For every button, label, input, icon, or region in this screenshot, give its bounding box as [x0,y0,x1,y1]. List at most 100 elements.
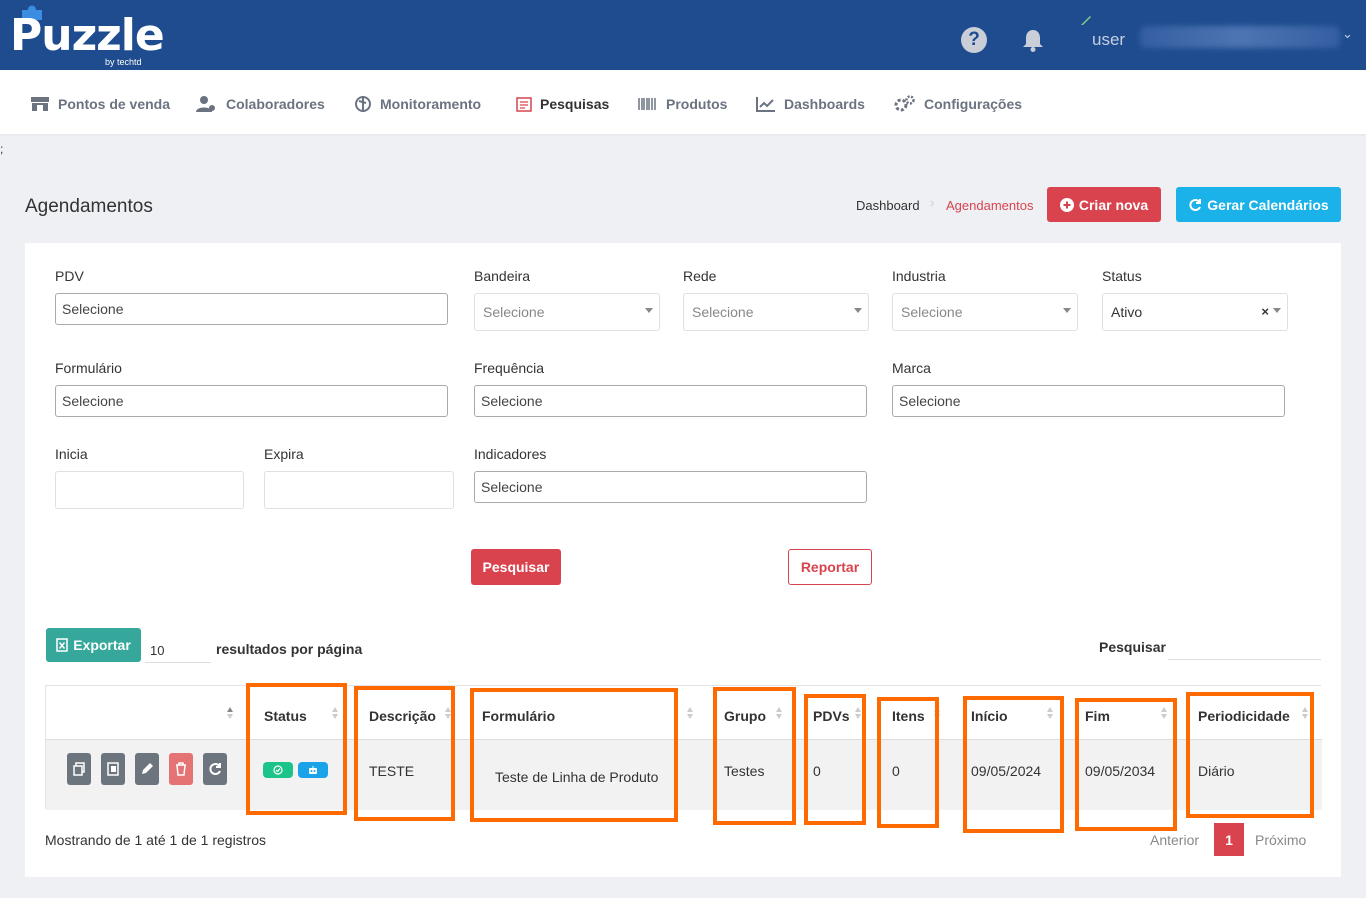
refresh-icon [209,763,221,775]
page-size-select[interactable]: 10 [145,638,211,663]
report-button[interactable]: Reportar [788,549,872,585]
nav-label: Produtos [666,96,728,112]
formulario-label: Formulário [55,360,122,376]
highlight-pdvs [804,694,866,825]
caret-down-icon [645,308,653,313]
edit-button[interactable] [135,753,159,785]
refresh-button[interactable] [203,753,227,785]
nav-label: Pesquisas [540,96,610,112]
clone-icon [107,762,119,776]
formulario-field[interactable]: Selecione [55,385,448,417]
inicia-date-field[interactable] [55,471,244,509]
table-info: Mostrando de 1 até 1 de 1 registros [45,832,267,848]
table-search-label: Pesquisar [1099,639,1166,655]
plus-circle-icon [1059,197,1074,212]
bandeira-value: Selecione [483,304,545,320]
highlight-inicio [963,696,1064,833]
barcode-icon [638,98,656,110]
report-button-label: Reportar [800,559,860,575]
nav-item-configuracoes[interactable]: Configurações [894,94,1022,114]
avatar-icon [1081,16,1091,25]
pagination-next[interactable]: Próximo [1255,832,1306,848]
brand-subtitle: by techtd [105,57,142,67]
highlight-grupo [713,687,796,825]
generate-calendars-button[interactable]: Gerar Calendários [1176,187,1341,222]
clone-button[interactable] [101,753,125,785]
create-new-label: Criar nova [1078,196,1149,213]
search-button[interactable]: Pesquisar [471,549,561,585]
nav-item-pesquisas[interactable]: Pesquisas [516,94,609,114]
create-new-button[interactable]: Criar nova [1047,187,1161,222]
edit-icon [142,763,153,774]
highlight-descricao [354,686,455,821]
nav-label: Configurações [924,96,1023,112]
trash-icon [176,762,186,776]
export-label: Exportar [73,637,131,653]
delete-button[interactable] [169,753,193,785]
puzzle-logo[interactable]: Puzzle by techtd [10,5,165,68]
frequencia-label: Frequência [474,360,545,376]
bell-icon[interactable] [1020,27,1046,53]
expira-date-field[interactable] [264,471,454,509]
user-menu[interactable]: user ⌄ [1076,16,1356,58]
status-label: Status [1102,268,1142,284]
caret-down-icon [854,308,862,313]
status-select[interactable]: Ativo × [1102,293,1288,331]
refresh-icon [1189,198,1202,211]
highlight-status [246,683,347,815]
industria-select[interactable]: Selecione [892,293,1078,331]
rede-value: Selecione [692,304,754,320]
marca-label: Marca [892,360,931,376]
breadcrumb-dashboard[interactable]: Dashboard [856,198,920,213]
rede-select[interactable]: Selecione [683,293,869,331]
marca-field[interactable]: Selecione [892,385,1285,417]
page-title: Agendamentos [25,196,153,217]
highlight-itens [877,697,939,828]
nav-label: Dashboards [784,96,865,112]
table-search-input[interactable] [1168,634,1321,660]
top-header: Puzzle by techtd ? user ⌄ [0,0,1366,70]
nav-item-pontos-de-venda[interactable]: Pontos de venda [30,94,170,114]
copy-icon [73,762,85,776]
main-nav: Pontos de venda Colaboradores Monitorame… [0,70,1366,134]
generate-calendars-label: Gerar Calendários [1207,196,1329,213]
highlight-periodicidade [1186,692,1314,818]
copy-button[interactable] [67,753,91,785]
sort-icon[interactable] [227,706,233,720]
users-icon [196,96,215,112]
frequencia-field[interactable]: Selecione [474,385,867,417]
nav-item-dashboards[interactable]: Dashboards [756,94,865,114]
chevron-down-icon[interactable]: ⌄ [1342,26,1353,42]
nav-item-monitoramento[interactable]: Monitoramento [354,94,481,114]
sort-icon[interactable] [687,706,693,720]
pdv-field[interactable]: Selecione [55,293,448,325]
inicia-label: Inicia [55,446,88,462]
status-value: Ativo [1111,304,1143,320]
bandeira-select[interactable]: Selecione [474,293,660,331]
highlight-fim [1075,698,1177,831]
stray-text: ; [0,142,4,156]
store-icon [31,97,49,111]
clear-icon[interactable]: × [1261,304,1269,319]
pdv-label: PDV [55,268,84,284]
nav-label: Colaboradores [226,96,325,112]
industria-value: Selecione [901,304,963,320]
indicadores-field[interactable]: Selecione [474,471,867,503]
nav-label: Monitoramento [380,96,482,112]
page-size-label: resultados por página [216,641,363,657]
indicadores-value: Selecione [481,479,543,495]
gears-icon [894,95,915,112]
bandeira-label: Bandeira [474,268,531,284]
help-icon[interactable]: ? [961,27,987,53]
industria-label: Industria [892,268,946,284]
pagination-prev[interactable]: Anterior [1150,832,1199,848]
nav-item-colaboradores[interactable]: Colaboradores [196,94,325,114]
breadcrumb-current: Agendamentos [946,198,1034,213]
export-button[interactable]: Exportar [46,628,141,662]
form-icon [516,97,532,112]
highlight-formulario [470,688,678,822]
nav-item-produtos[interactable]: Produtos [638,94,727,114]
user-email-redacted [1140,26,1340,48]
formulario-value: Selecione [62,393,124,409]
pagination-page-1[interactable]: 1 [1214,823,1244,856]
